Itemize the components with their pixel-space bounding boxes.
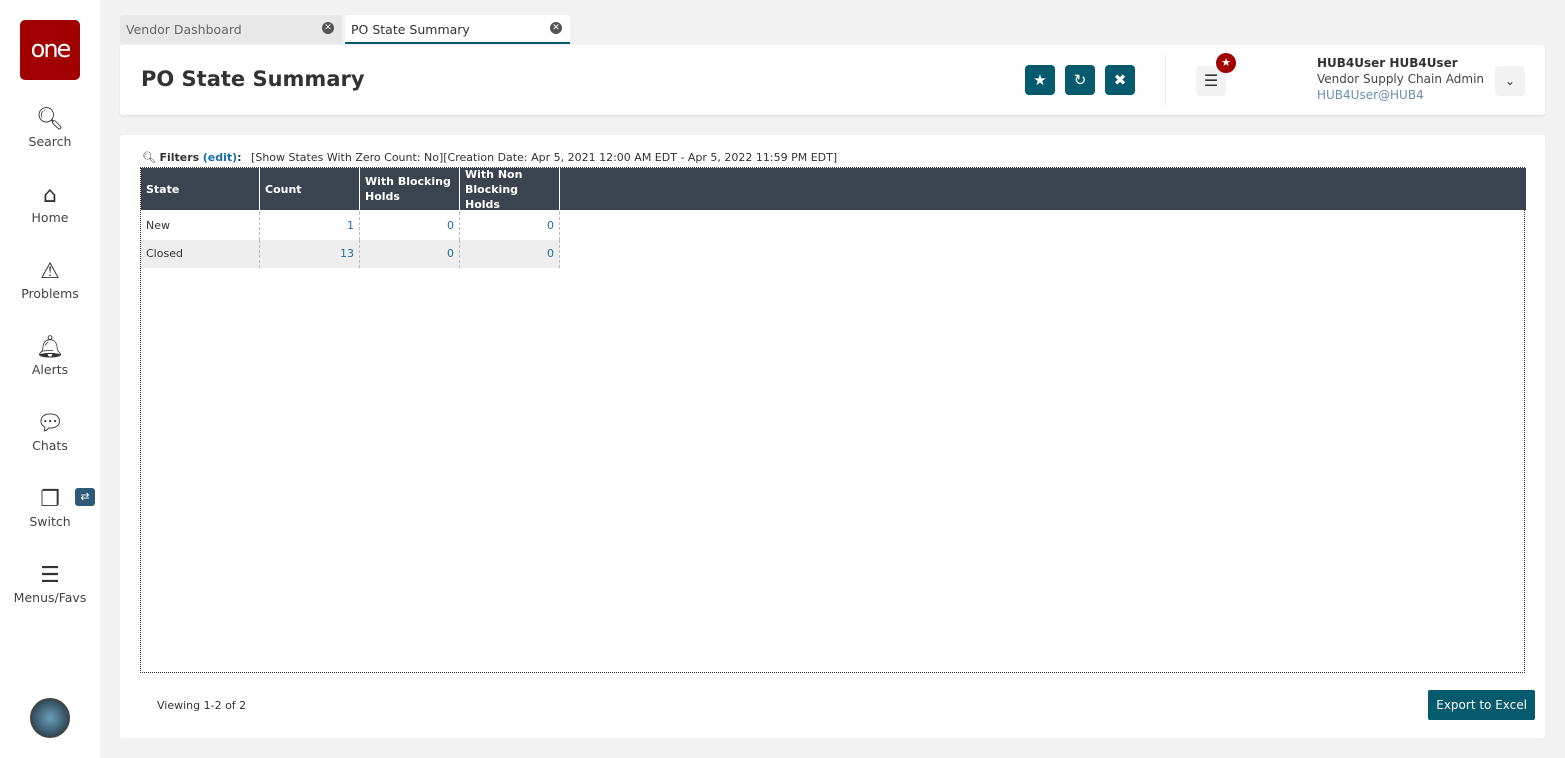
close-tab-icon[interactable]: ✕: [322, 22, 334, 34]
search-icon: 🔍︎: [142, 151, 156, 164]
viewing-count: Viewing 1-2 of 2: [157, 699, 247, 712]
label: Menus/Favs: [13, 590, 87, 605]
logo[interactable]: one: [20, 20, 80, 80]
cell-state: New: [141, 212, 260, 240]
label: Search: [28, 134, 72, 149]
column-header-state[interactable]: State: [141, 168, 260, 210]
table-row: New 1 0 0: [141, 212, 560, 240]
refresh-icon: ↻: [1073, 71, 1087, 89]
cell-blocking[interactable]: 0: [360, 212, 460, 240]
tab-label: PO State Summary: [351, 22, 470, 37]
cell-count[interactable]: 13: [260, 240, 360, 268]
sidebar: one 🔍︎ Search ⌂ Home ⚠ Problems 🔔︎ Alerts 💬︎…: [0, 0, 100, 758]
results-grid: State Count With Blocking Holds With Non…: [140, 167, 1526, 673]
label: Problems: [21, 286, 79, 301]
filters-colon: :: [237, 151, 242, 164]
warning-icon: ⚠: [40, 259, 60, 284]
chevron-down-icon: ⌄: [1504, 74, 1516, 88]
column-header-blocking-holds[interactable]: With Blocking Holds: [360, 168, 460, 210]
report-card: 🔍︎ Filters (edit): [Show States With Zer…: [120, 135, 1545, 738]
filters-text: [Show States With Zero Count: No][Creati…: [251, 151, 838, 164]
star-icon: ★: [1033, 71, 1047, 89]
user-name: HUB4User HUB4User: [1317, 56, 1458, 70]
hamburger-icon: ☰: [1203, 71, 1219, 90]
filters-label: Filters: [159, 151, 200, 164]
label: Alerts: [31, 362, 69, 377]
chat-icon: 💬︎: [36, 411, 64, 436]
close-icon: ✖: [1113, 71, 1127, 89]
sidebar-item-home[interactable]: ⌂ Home: [0, 182, 100, 225]
label: Chats: [32, 438, 68, 453]
bell-icon: 🔔︎: [36, 335, 64, 360]
cell-state: Closed: [141, 240, 260, 268]
close-tab-icon[interactable]: ✕: [550, 22, 562, 34]
export-to-excel-button[interactable]: Export to Excel: [1428, 690, 1535, 720]
sidebar-item-problems[interactable]: ⚠ Problems: [0, 258, 100, 301]
column-header-non-blocking-holds[interactable]: With Non Blocking Holds: [460, 168, 560, 211]
tab-vendor-dashboard[interactable]: Vendor Dashboard ✕: [120, 15, 342, 44]
grid-header: State Count With Blocking Holds With Non…: [141, 168, 1526, 211]
filters-edit-link[interactable]: (edit): [203, 151, 237, 164]
table-row: Closed 13 0 0: [141, 240, 560, 268]
user-role: Vendor Supply Chain Admin: [1317, 72, 1485, 86]
sidebar-item-search[interactable]: 🔍︎ Search: [0, 106, 100, 149]
favorites-star-badge-icon: ★: [1216, 53, 1236, 73]
user-email: HUB4User@HUB4: [1317, 88, 1424, 102]
user-info[interactable]: HUB4User HUB4User Vendor Supply Chain Ad…: [1317, 55, 1484, 103]
label: Switch: [29, 514, 71, 529]
sidebar-item-chats[interactable]: 💬︎ Chats: [0, 410, 100, 453]
page-header: PO State Summary ★ ↻ ✖ ☰ ★ HUB4User HUB4…: [120, 45, 1545, 115]
search-icon: 🔍︎: [36, 107, 64, 132]
sidebar-item-alerts[interactable]: 🔔︎ Alerts: [0, 334, 100, 377]
cell-non-blocking[interactable]: 0: [460, 240, 560, 268]
refresh-button[interactable]: ↻: [1065, 65, 1095, 95]
tab-po-state-summary[interactable]: PO State Summary ✕: [345, 15, 570, 44]
home-icon: ⌂: [43, 183, 57, 208]
sidebar-item-menus[interactable]: ☰ Menus/Favs: [0, 562, 100, 605]
cell-count[interactable]: 1: [260, 212, 360, 240]
filters-bar: 🔍︎ Filters (edit): [Show States With Zer…: [142, 151, 837, 164]
column-header-count[interactable]: Count: [260, 168, 360, 210]
tab-label: Vendor Dashboard: [126, 22, 242, 37]
switch-arrows-icon[interactable]: ⇄: [75, 488, 95, 506]
avatar[interactable]: [30, 698, 70, 738]
user-dropdown-button[interactable]: ⌄: [1495, 66, 1525, 96]
divider: [1165, 55, 1166, 105]
menu-icon: ☰: [40, 563, 60, 588]
cell-non-blocking[interactable]: 0: [460, 212, 560, 240]
close-button[interactable]: ✖: [1105, 65, 1135, 95]
label: Home: [31, 210, 69, 225]
favorite-button[interactable]: ★: [1025, 65, 1055, 95]
cell-blocking[interactable]: 0: [360, 240, 460, 268]
page-title: PO State Summary: [141, 67, 365, 91]
